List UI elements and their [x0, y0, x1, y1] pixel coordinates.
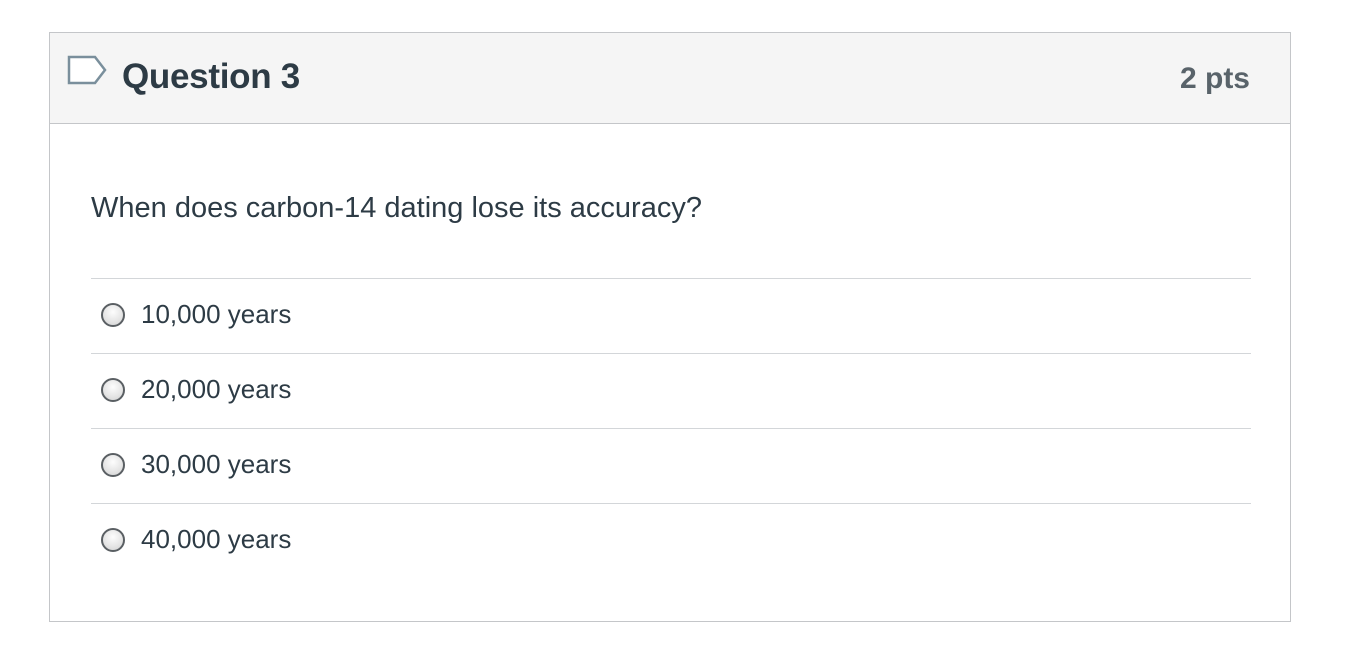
radio-button[interactable] [101, 303, 125, 327]
question-header: Question 3 2 pts [50, 33, 1290, 124]
radio-button[interactable] [101, 378, 125, 402]
question-card: Question 3 2 pts When does carbon-14 dat… [49, 32, 1291, 622]
radio-button[interactable] [101, 528, 125, 552]
flag-outline-icon[interactable] [67, 55, 109, 89]
question-title: Question 3 [122, 57, 300, 96]
answer-label[interactable]: 10,000 years [141, 298, 291, 330]
answer-option[interactable]: 10,000 years [91, 278, 1251, 353]
answer-label[interactable]: 20,000 years [141, 373, 291, 405]
answer-option[interactable]: 20,000 years [91, 353, 1251, 428]
question-text: When does carbon-14 dating lose its accu… [91, 192, 702, 224]
answer-option[interactable]: 30,000 years [91, 428, 1251, 503]
answer-list: 10,000 years 20,000 years 30,000 years 4… [91, 278, 1251, 578]
radio-button[interactable] [101, 453, 125, 477]
answer-option[interactable]: 40,000 years [91, 503, 1251, 578]
answer-label[interactable]: 30,000 years [141, 448, 291, 480]
question-points: 2 pts [1179, 62, 1250, 95]
answer-label[interactable]: 40,000 years [141, 523, 291, 555]
